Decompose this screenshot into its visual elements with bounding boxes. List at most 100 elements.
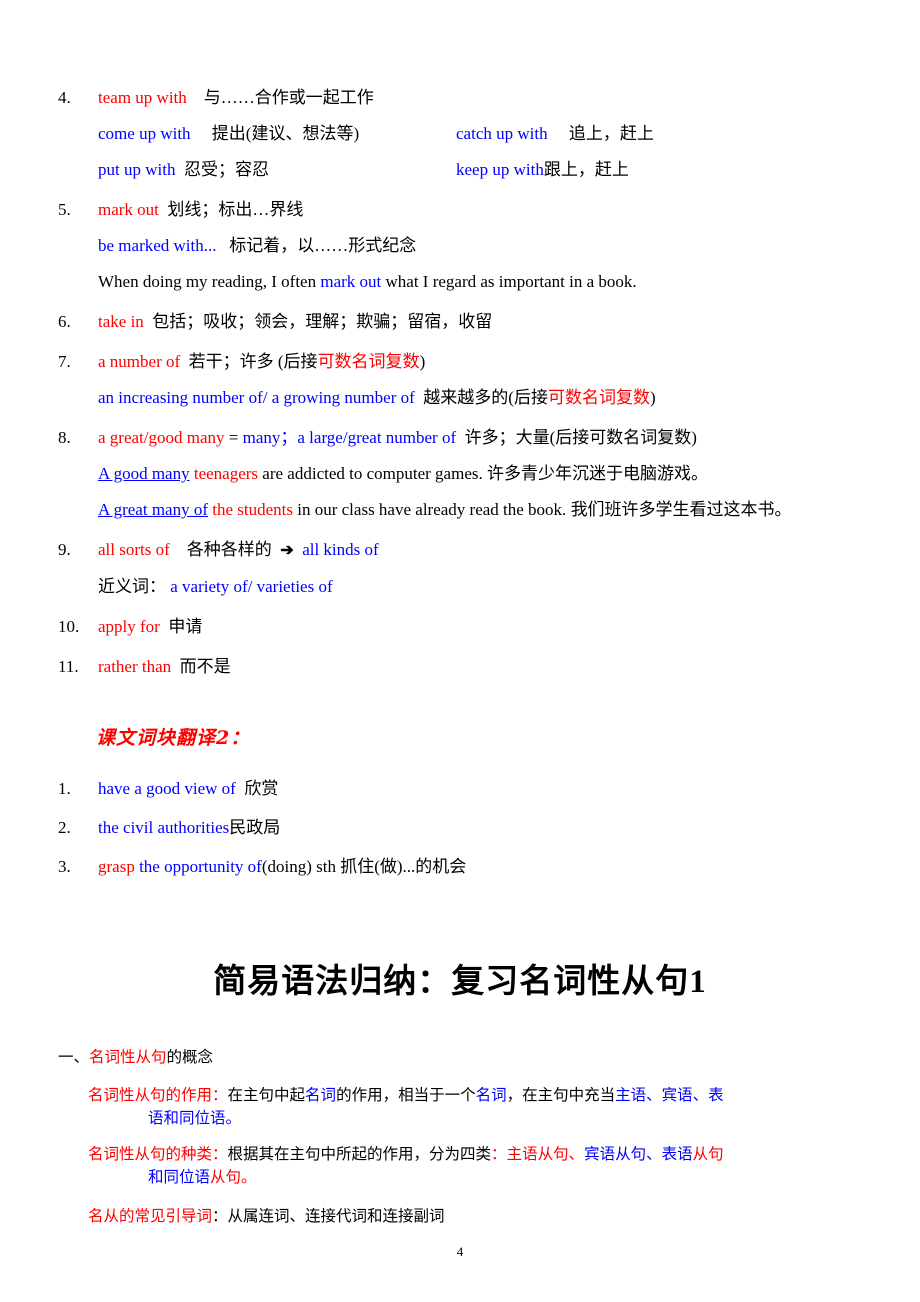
phrase-translation: 包括；吸收；领会，理解；欺骗；留宿，收留 — [152, 312, 493, 331]
phrase-a-variety-of: a variety of/ varieties of — [170, 577, 333, 596]
phrase-translation: 忍受；容忍 — [183, 160, 269, 179]
grammar-body: 一、名词性从句的概念 名词性从句的作用：在主句中起名词的作用，相当于一个名词，在… — [58, 1046, 862, 1228]
vocab-cell-left: put up with 忍受；容忍 — [98, 152, 456, 188]
vocab-line: have a good view of 欣赏 — [98, 776, 862, 802]
equals-sign: = — [228, 428, 239, 447]
text-3: ，在主句中充当 — [506, 1087, 616, 1104]
phrase-translation: 各种各样的 — [186, 540, 272, 559]
vocab-item-10: 10. apply for 申请 — [58, 609, 862, 645]
example-highlight-a-good-many: A good many — [98, 464, 190, 483]
grammar-note-highlight: 可数名词复数 — [547, 388, 650, 407]
phrase-translation: 提出(建议、想法等) — [211, 124, 360, 143]
right-arrow-icon: ➔ — [280, 542, 294, 559]
vocab-item-7: 7. a number of 若干；许多 (后接可数名词复数) an incre… — [58, 344, 862, 416]
example-noun-the-students: the students — [212, 500, 293, 519]
phrase-translation: 追上，赶上 — [568, 124, 654, 143]
vocab-line: a great/good many = many；a large/great n… — [98, 420, 862, 456]
vocab-cell-left: come up with 提出(建议、想法等) — [98, 116, 456, 152]
phrase-all-sorts-of: all sorts of — [98, 540, 170, 559]
phrase-translation: 而不是 — [179, 657, 231, 676]
phrase-have-a-good-view-of: have a good view of — [98, 779, 236, 798]
phrase-mark-out: mark out — [98, 200, 159, 219]
example-sentence: When doing my reading, I often mark out … — [98, 264, 862, 300]
phrase-the-opportunity-of: the opportunity of — [139, 857, 262, 876]
vocab-line: take in 包括；吸收；领会，理解；欺骗；留宿，收留 — [98, 304, 862, 340]
vocab-line: all sorts of 各种各样的 ➔ all kinds of — [98, 532, 862, 569]
grammar-note-close: ) — [419, 352, 426, 371]
highlight-wrap: 语和同位语 — [148, 1110, 226, 1127]
phrase-translation: 申请 — [168, 617, 203, 636]
item-number: 8. — [58, 428, 71, 447]
item-number: 5. — [58, 200, 71, 219]
text-2: 的作用，相当于一个 — [336, 1087, 476, 1104]
item-number: 11. — [58, 657, 79, 676]
example-highlight-mark-out: mark out — [320, 272, 382, 291]
type-subject-clause: 主语从句、 — [506, 1146, 585, 1163]
heading-rest: 的概念 — [166, 1049, 214, 1066]
vocab-item-8: 8. a great/good many = many；a large/grea… — [58, 420, 862, 528]
example-text-before: When doing my reading, I often — [98, 272, 321, 291]
vocab-item-4: 4. team up with 与……合作或一起工作 come up with … — [58, 80, 862, 188]
type-appositive: 和同位语 — [148, 1169, 211, 1186]
phrase-a-number-of: a number of — [98, 352, 181, 371]
example-text: are addicted to computer games. — [258, 464, 483, 483]
vocabulary-list-2: 1. have a good view of 欣赏 2. the civil a… — [58, 776, 862, 880]
example-text: in our class have already read the book. — [293, 500, 567, 519]
grammar-note-close: ) — [649, 388, 656, 407]
phrase-translation: 标记着，以……形式纪念 — [229, 236, 417, 255]
heading-term: 名词性从句 — [89, 1049, 167, 1066]
paragraph-label-sep: ： — [212, 1146, 228, 1163]
vocab-cell-right: keep up with跟上，赶上 — [456, 152, 862, 188]
example-translation: 许多青少年沉迷于电脑游戏。 — [486, 464, 708, 483]
phrase-team-up-with: team up with — [98, 88, 187, 107]
example-sentence-1: A good many teenagers are addicted to co… — [98, 456, 862, 492]
grammar-paragraph-introducers: 名从的常见引导词：从属连词、连接代词和连接副词 — [58, 1205, 862, 1228]
phrase-grasp: grasp — [98, 857, 135, 876]
vocab-line: grasp the opportunity of(doing) sth 抓住(做… — [98, 854, 862, 880]
phrase-be-marked-with: be marked with... — [98, 236, 217, 255]
phrase-an-increasing-number-of: an increasing number of/ a growing numbe… — [98, 388, 415, 407]
phrase-translation: 越来越多的(后接 — [423, 388, 548, 407]
vocab2-item-1: 1. have a good view of 欣赏 — [58, 776, 862, 802]
type-clause-suffix-2: 从句 — [210, 1169, 242, 1186]
highlight-2: 名词 — [475, 1087, 507, 1104]
phrase-all-kinds-of: all kinds of — [302, 540, 379, 559]
phrase-take-in: take in — [98, 312, 144, 331]
phrase-translation: 若干；许多 (后接 — [188, 352, 318, 371]
vocab-item-5: 5. mark out 划线；标出…界线 be marked with... 标… — [58, 192, 862, 300]
item-number: 10. — [58, 617, 80, 636]
example-translation: 我们班许多学生看过这本书。 — [570, 500, 792, 519]
vocab-line: apply for 申请 — [98, 609, 862, 645]
grammar-paragraph-types: 名词性从句的种类：根据其在主句中所起的作用，分为四类：主语从句、宾语从句、表语从… — [58, 1143, 862, 1189]
text-sep: ： — [491, 1146, 507, 1163]
type-clause-suffix: 从句 — [692, 1146, 724, 1163]
vocab-row-3: put up with 忍受；容忍 keep up with跟上，赶上 — [98, 152, 862, 188]
text-1: 根据其在主句中所起的作用，分为四类 — [227, 1146, 492, 1163]
type-object-predicative: 宾语从句、表语 — [584, 1146, 693, 1163]
example-highlight-a-great-many-of: A great many of — [98, 500, 208, 519]
item-number: 4. — [58, 88, 71, 107]
phrase-rather-than: rather than — [98, 657, 172, 676]
vocab-sub-line: be marked with... 标记着，以……形式纪念 — [98, 228, 862, 264]
page-number-footer: 4 — [456, 1244, 464, 1259]
item-number: 6. — [58, 312, 71, 331]
item-number: 7. — [58, 352, 71, 371]
grammar-section-title: 简易语法归纳：复习名词性从句1 — [213, 964, 707, 1000]
highlight-3: 主语、宾语、表 — [615, 1087, 724, 1104]
phrase-put-up-with: put up with — [98, 160, 176, 179]
vocab-item-11: 11. rather than 而不是 — [58, 649, 862, 685]
phrase-the-civil-authorities: the civil authorities — [98, 818, 230, 837]
example-text-after: what I regard as important in a book. — [381, 272, 637, 291]
vocab-cell-right: catch up with 追上，赶上 — [456, 116, 862, 152]
item-number: 9. — [58, 540, 71, 559]
vocab-line: mark out 划线；标出…界线 — [98, 192, 862, 228]
paragraph-label: 名词性从句的种类 — [88, 1146, 213, 1163]
vocab-item-6: 6. take in 包括；吸收；领会，理解；欺骗；留宿，收留 — [58, 304, 862, 340]
vocabulary-list-1: 4. team up with 与……合作或一起工作 come up with … — [58, 80, 862, 685]
phrase-translation: (doing) sth 抓住(做)...的机会 — [261, 857, 467, 876]
highlight-1: 名词 — [305, 1087, 337, 1104]
vocab-item-9: 9. all sorts of 各种各样的 ➔ all kinds of 近义词… — [58, 532, 862, 605]
example-sentence-2: A great many of the students in our clas… — [98, 492, 862, 528]
vocab-row-2: come up with 提出(建议、想法等) catch up with 追上… — [98, 116, 862, 152]
wrap-end: 。 — [225, 1110, 242, 1127]
